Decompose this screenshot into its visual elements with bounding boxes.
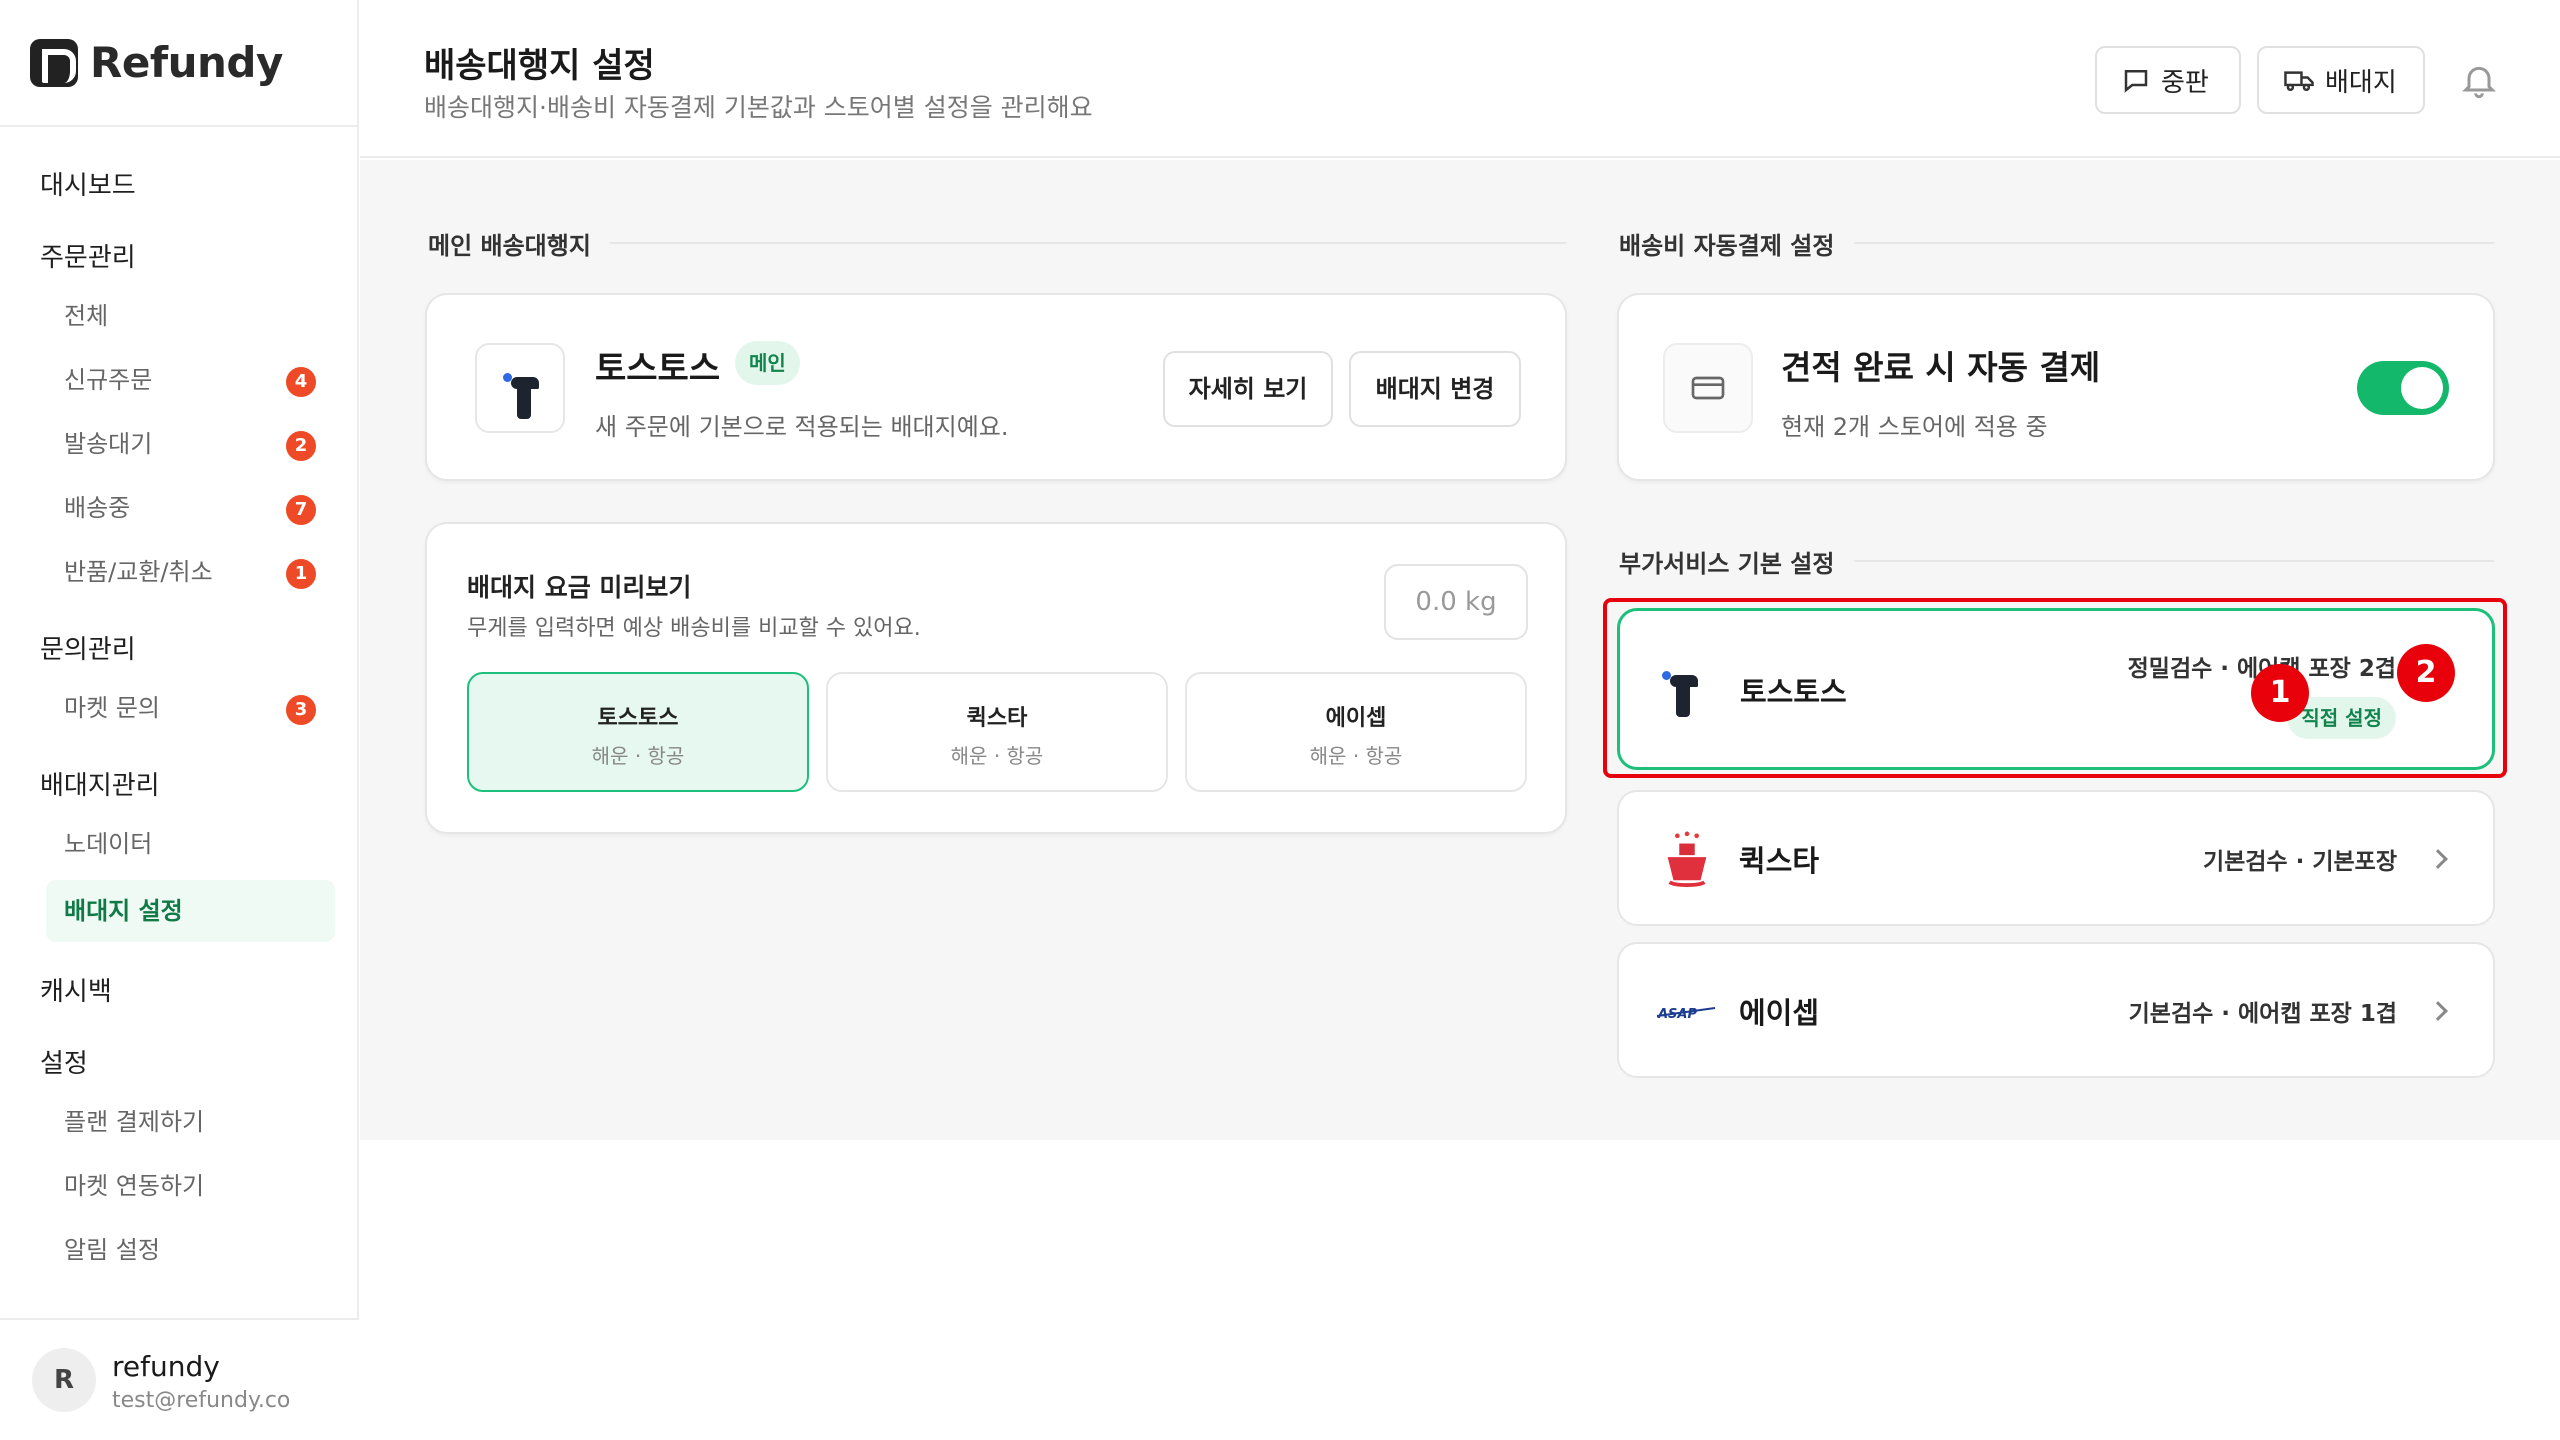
- brand-name: Refundy: [90, 38, 283, 87]
- nav-label: 마켓 연동하기: [64, 1172, 205, 1200]
- nav-label: 플랜 결제하기: [64, 1108, 205, 1136]
- nav-orders-returns[interactable]: 반품/교환/취소 1: [0, 540, 359, 604]
- svg-text:ASAP: ASAP: [1657, 1007, 1697, 1022]
- rate-option-name: 퀵스타: [966, 706, 1028, 731]
- nav-dashboard[interactable]: 대시보드: [0, 160, 359, 212]
- marker-1: 1: [2251, 664, 2309, 722]
- count-badge: 1: [286, 559, 316, 589]
- nav-orders-all[interactable]: 전체: [0, 284, 359, 348]
- brand-logo[interactable]: Refundy: [30, 38, 283, 87]
- nav-plan-payment[interactable]: 플랜 결제하기: [0, 1090, 359, 1154]
- nav-label: 알림 설정: [64, 1236, 160, 1264]
- user-name: refundy: [112, 1350, 220, 1383]
- nav-label: 반품/교환/취소: [64, 558, 213, 586]
- detail-button[interactable]: 자세히 보기: [1163, 351, 1333, 427]
- avatar: R: [32, 1348, 96, 1412]
- nav-notification-settings[interactable]: 알림 설정: [0, 1218, 359, 1282]
- autopay-card: 견적 완료 시 자동 결제 현재 2개 스토어에 적용 중: [1617, 293, 2495, 481]
- autopay-desc: 현재 2개 스토어에 적용 중: [1781, 413, 2048, 441]
- nav-forwarders[interactable]: 배대지관리: [0, 760, 359, 812]
- chat-button-label: 중판: [2161, 67, 2209, 98]
- service-detail: 기본검수 · 기본포장: [2202, 849, 2397, 875]
- rate-option-sub: 해운 · 항공: [1309, 744, 1403, 768]
- section-divider: [610, 242, 1566, 244]
- forwarder-button-label: 배대지: [2325, 67, 2397, 98]
- chat-icon: [2124, 70, 2148, 93]
- service-name: 퀵스타: [1739, 844, 1820, 878]
- user-email: test@refundy.co: [112, 1388, 291, 1413]
- nav-settings[interactable]: 설정: [0, 1038, 359, 1090]
- forwarder-button[interactable]: 배대지: [2257, 46, 2425, 114]
- nav-orders[interactable]: 주문관리: [0, 232, 359, 284]
- nav-orders-shipping[interactable]: 배송중 7: [0, 476, 359, 540]
- nav-label: 전체: [64, 302, 109, 330]
- service-detail: 기본검수 · 에어캡 포장 1겹: [2128, 1001, 2397, 1027]
- rate-preview-desc: 무게를 입력하면 예상 배송비를 비교할 수 있어요.: [467, 616, 921, 641]
- bell-icon[interactable]: [2459, 60, 2499, 100]
- nav-label: 배대지 설정: [64, 897, 183, 925]
- nav-cashback[interactable]: 캐시백: [0, 966, 359, 1018]
- asap-logo-icon: ASAP: [1656, 1007, 1716, 1022]
- page-subtitle: 배송대행지·배송비 자동결제 기본값과 스토어별 설정을 관리해요: [424, 93, 1093, 122]
- refundy-logo-icon: [30, 38, 78, 87]
- rate-option-quickstar[interactable]: 퀵스타 해운 · 항공: [826, 672, 1168, 792]
- toggle-knob: [2401, 367, 2443, 409]
- page-title: 배송대행지 설정: [424, 46, 655, 86]
- section-divider: [1854, 242, 2494, 244]
- rate-option-sub: 해운 · 항공: [591, 744, 685, 768]
- section-autopay: 배송비 자동결제 설정: [1619, 232, 1835, 260]
- credit-card-icon: [1663, 343, 1753, 433]
- nav-orders-pending[interactable]: 발송대기 2: [0, 412, 359, 476]
- count-badge: 2: [286, 431, 316, 461]
- count-badge: 4: [286, 367, 316, 397]
- section-divider: [1854, 560, 2494, 562]
- nav-inquiries[interactable]: 문의관리: [0, 624, 359, 676]
- section-main-forwarder: 메인 배송대행지: [428, 232, 591, 260]
- nav-market-link[interactable]: 마켓 연동하기: [0, 1154, 359, 1218]
- marker-2: 2: [2397, 644, 2455, 702]
- tostos-logo: [475, 343, 565, 433]
- nav-label: 노데이터: [64, 830, 153, 858]
- rate-option-sub: 해운 · 항공: [950, 744, 1044, 768]
- autopay-toggle[interactable]: [2357, 361, 2449, 415]
- chevron-right-icon: [2428, 849, 2448, 869]
- autopay-title: 견적 완료 시 자동 결제: [1781, 348, 2101, 387]
- chat-button[interactable]: 중판: [2095, 46, 2241, 114]
- rate-preview-title: 배대지 요금 미리보기: [467, 573, 692, 602]
- truck-icon: [2284, 71, 2314, 92]
- rate-option-tostos[interactable]: 토스토스 해운 · 항공: [467, 672, 809, 792]
- rate-preview-card: 배대지 요금 미리보기 무게를 입력하면 예상 배송비를 비교할 수 있어요. …: [425, 522, 1567, 834]
- sidebar: Refundy 대시보드 주문관리 전체 신규주문 4 발송대기 2 배송중 7 반품…: [0, 0, 359, 1440]
- main-forwarder-name: 토스토스: [595, 349, 721, 389]
- page-header: 배송대행지 설정 배송대행지·배송비 자동결제 기본값과 스토어별 설정을 관리…: [360, 0, 2560, 158]
- nav-orders-new[interactable]: 신규주문 4: [0, 348, 359, 412]
- nav-label: 배송중: [64, 494, 131, 522]
- user-profile[interactable]: R refundy test@refundy.co: [0, 1318, 359, 1440]
- nav-label: 신규주문: [64, 366, 153, 394]
- rate-option-name: 토스토스: [597, 706, 679, 731]
- count-badge: 3: [286, 695, 316, 725]
- nav-label: 발송대기: [64, 430, 153, 458]
- weight-input[interactable]: 0.0 kg: [1384, 564, 1528, 640]
- service-card-quickstar[interactable]: 퀵스타 기본검수 · 기본포장: [1617, 790, 2495, 926]
- rate-option-asap[interactable]: 에이셉 해운 · 항공: [1185, 672, 1527, 792]
- quickstar-logo-icon: [1667, 831, 1707, 888]
- nav-nodata[interactable]: 노데이터: [0, 812, 359, 876]
- highlight-box: [1603, 598, 2507, 778]
- service-name: 에이셉: [1739, 996, 1820, 1030]
- sidebar-nav: 대시보드 주문관리 전체 신규주문 4 발송대기 2 배송중 7 반품/교환/취소 1 …: [0, 160, 359, 1282]
- nav-market-inquiry[interactable]: 마켓 문의 3: [0, 676, 359, 740]
- sidebar-divider: [0, 125, 359, 127]
- change-forwarder-button[interactable]: 배대지 변경: [1349, 351, 1521, 427]
- rate-option-name: 에이셉: [1325, 706, 1387, 731]
- count-badge: 7: [286, 495, 316, 525]
- nav-forwarder-settings[interactable]: 배대지 설정: [46, 880, 335, 942]
- main-forwarder-card: 토스토스 메인 새 주문에 기본으로 적용되는 배대지예요. 자세히 보기 배대…: [425, 293, 1567, 481]
- main-badge: 메인: [735, 341, 800, 385]
- section-services: 부가서비스 기본 설정: [1619, 550, 1835, 578]
- chevron-right-icon: [2428, 1001, 2448, 1021]
- service-card-asap[interactable]: ASAP 에이셉 기본검수 · 에어캡 포장 1겹: [1617, 942, 2495, 1078]
- nav-label: 마켓 문의: [64, 694, 160, 722]
- main-forwarder-desc: 새 주문에 기본으로 적용되는 배대지예요.: [595, 413, 1009, 441]
